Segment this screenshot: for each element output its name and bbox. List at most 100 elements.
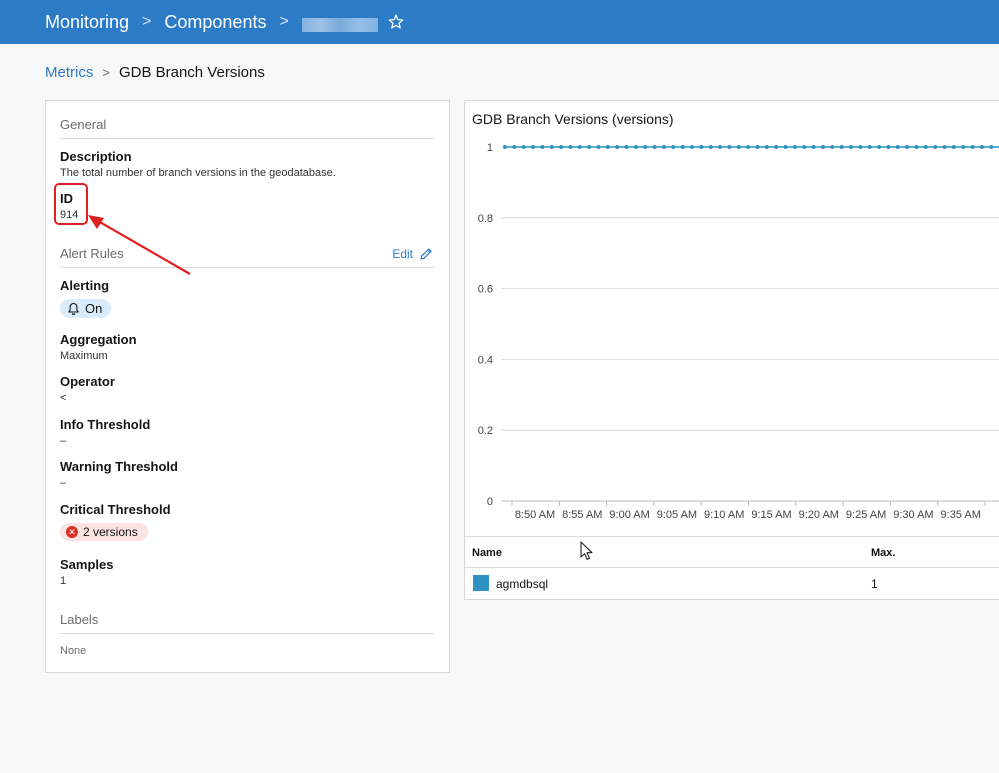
x-tick-label: 9:20 AM [799, 509, 839, 521]
redacted-component-name[interactable] [301, 18, 378, 32]
y-tick-label: 0.8 [478, 213, 493, 225]
data-point[interactable] [989, 145, 994, 149]
id-value: 914 [60, 209, 79, 221]
data-point[interactable] [979, 145, 984, 149]
data-point[interactable] [820, 145, 825, 149]
x-tick-label: 9:35 AM [941, 509, 981, 521]
id-field: ID 914 [60, 191, 78, 223]
data-point[interactable] [661, 145, 666, 149]
data-point[interactable] [774, 145, 779, 149]
data-point[interactable] [615, 145, 620, 149]
data-point[interactable] [877, 145, 882, 149]
data-point[interactable] [503, 145, 507, 149]
warning-threshold-label: Warning Threshold [60, 459, 178, 474]
data-point[interactable] [624, 145, 629, 149]
data-point[interactable] [559, 145, 564, 149]
description-label: Description [60, 149, 132, 164]
y-tick-label: 0.4 [478, 354, 493, 366]
data-point[interactable] [587, 145, 592, 149]
data-point[interactable] [727, 145, 732, 149]
warning-threshold-value: – [60, 477, 67, 489]
data-point[interactable] [942, 145, 947, 149]
series-max-value: 1 [871, 577, 878, 591]
data-point[interactable] [605, 145, 610, 149]
operator-field: Operator < [60, 374, 115, 406]
crumb-monitoring[interactable]: Monitoring [45, 12, 129, 33]
alerting-value: On [85, 301, 103, 316]
operator-value: < [60, 392, 67, 404]
crumb-components[interactable]: Components [164, 12, 266, 33]
data-point[interactable] [512, 145, 517, 149]
data-point[interactable] [886, 145, 891, 149]
chart-panel: GDB Branch Versions (versions) 0 0.2 0.4 0.… [464, 100, 999, 600]
data-point[interactable] [783, 145, 788, 149]
data-point[interactable] [643, 145, 648, 149]
samples-label: Samples [60, 557, 114, 572]
data-point[interactable] [914, 145, 919, 149]
y-tick-label: 0 [487, 496, 493, 508]
info-threshold-label: Info Threshold [60, 417, 151, 432]
aggregation-field: Aggregation Maximum [60, 332, 137, 364]
data-point[interactable] [568, 145, 573, 149]
alerting-status-badge: On [60, 299, 112, 318]
data-point[interactable] [923, 145, 928, 149]
data-point[interactable] [905, 145, 910, 149]
data-point[interactable] [867, 145, 872, 149]
general-section-title: General [60, 117, 435, 139]
legend-table-header: Name Max. [465, 536, 999, 568]
critical-x-icon: ✕ [66, 526, 78, 538]
critical-threshold-label: Critical Threshold [60, 502, 171, 517]
column-header-max[interactable]: Max. [871, 547, 895, 559]
star-icon[interactable] [388, 14, 404, 30]
data-point[interactable] [895, 145, 900, 149]
x-tick-label: 8:50 AM [515, 509, 555, 521]
edit-button[interactable]: Edit [392, 247, 433, 261]
data-point[interactable] [951, 145, 956, 149]
data-point[interactable] [849, 145, 854, 149]
data-point[interactable] [521, 145, 526, 149]
breadcrumb-metrics-link[interactable]: Metrics [45, 64, 93, 81]
data-point[interactable] [708, 145, 713, 149]
data-point[interactable] [811, 145, 816, 149]
data-point[interactable] [540, 145, 545, 149]
info-threshold-value: – [60, 435, 67, 447]
data-point[interactable] [764, 145, 769, 149]
description-field: Description The total number of branch v… [60, 149, 336, 181]
data-point[interactable] [858, 145, 863, 149]
data-point[interactable] [633, 145, 638, 149]
data-point[interactable] [933, 145, 938, 149]
data-point[interactable] [671, 145, 676, 149]
data-point[interactable] [718, 145, 723, 149]
critical-threshold-value: 2 versions [83, 525, 138, 539]
crumb-separator: > [279, 13, 289, 30]
breadcrumb-separator: > [102, 65, 110, 80]
description-value: The total number of branch versions in t… [60, 167, 336, 179]
data-point[interactable] [755, 145, 760, 149]
data-point[interactable] [652, 145, 657, 149]
data-point[interactable] [746, 145, 751, 149]
data-point[interactable] [802, 145, 807, 149]
data-point[interactable] [736, 145, 741, 149]
x-tick-label: 9:30 AM [893, 509, 933, 521]
data-point[interactable] [792, 145, 797, 149]
data-point[interactable] [961, 145, 966, 149]
data-point[interactable] [680, 145, 685, 149]
labels-field: None [60, 643, 86, 659]
data-point[interactable] [577, 145, 582, 149]
info-threshold-field: Info Threshold – [60, 417, 150, 449]
data-point[interactable] [970, 145, 975, 149]
labels-value: None [60, 645, 87, 657]
y-tick-label: 0.2 [478, 425, 493, 437]
alerting-field: Alerting On [60, 278, 112, 321]
aggregation-label: Aggregation [60, 332, 137, 347]
data-point[interactable] [531, 145, 536, 149]
column-header-name[interactable]: Name [472, 547, 502, 559]
data-point[interactable] [690, 145, 695, 149]
data-point[interactable] [839, 145, 844, 149]
x-tick-label: 9:10 AM [704, 509, 744, 521]
table-row[interactable]: agmdbsql 1 [465, 568, 999, 599]
data-point[interactable] [830, 145, 835, 149]
data-point[interactable] [596, 145, 601, 149]
data-point[interactable] [699, 145, 704, 149]
data-point[interactable] [549, 145, 554, 149]
